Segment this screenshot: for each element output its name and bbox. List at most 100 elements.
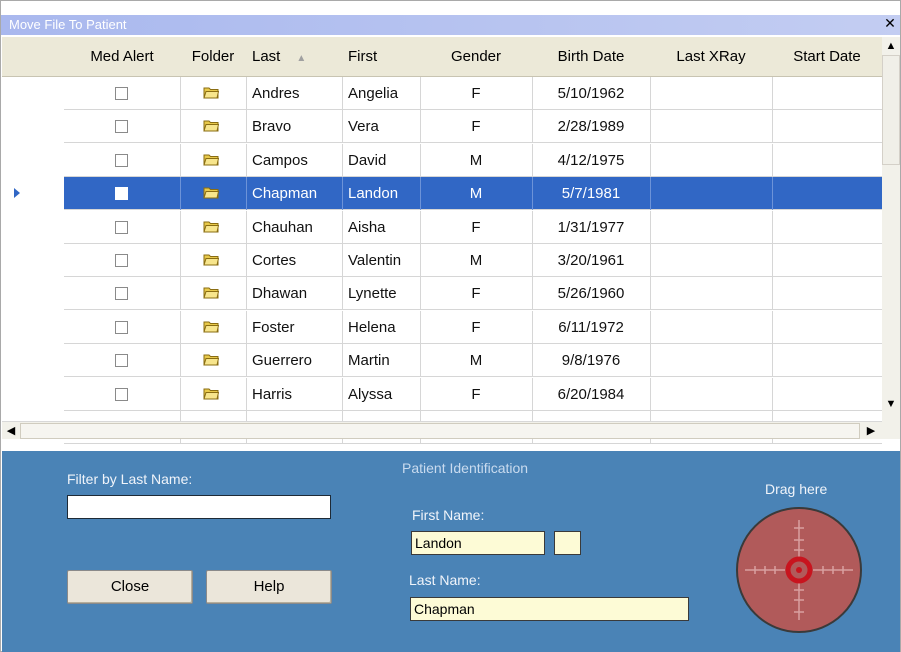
close-button[interactable]: Close [67,570,193,604]
cell-start-date [772,311,882,344]
folder-icon[interactable] [203,119,219,132]
cell-last-xray [650,211,772,244]
med-alert-checkbox[interactable] [115,153,128,167]
table-row[interactable]: Chauhan Aisha F 1/31/1977 [2,210,882,244]
cell-gender: M [469,151,483,169]
folder-icon[interactable] [203,387,219,400]
current-row-pointer-icon [14,188,20,199]
cell-divider [246,110,247,144]
scroll-right-icon[interactable]: ▶ [862,422,880,440]
med-alert-checkbox[interactable] [115,120,128,134]
cell-last-name: Chauhan [252,218,313,236]
column-header-last[interactable]: Last ▲ [246,37,342,77]
folder-icon[interactable] [203,153,219,166]
cell-first-name: Landon [348,185,399,203]
table-row[interactable]: Dhawan Lynette F 5/26/1960 [2,277,882,311]
column-header-last-xray[interactable]: Last XRay [650,37,772,77]
sort-ascending-icon: ▲ [296,53,307,64]
cell-divider [342,210,343,244]
med-alert-checkbox[interactable] [115,220,128,234]
cell-last-xray [650,344,772,377]
cell-first-name: Lynette [348,285,397,303]
column-header-first[interactable]: First [342,37,420,77]
last-name-field[interactable]: Chapman [410,597,689,621]
help-button[interactable]: Help [206,570,332,604]
scroll-up-icon[interactable]: ▲ [882,37,900,55]
cell-divider [246,177,247,211]
cell-divider [342,310,343,344]
close-window-icon[interactable]: ✕ [883,16,897,32]
cell-gender: F [471,218,481,236]
folder-icon[interactable] [203,186,219,199]
folder-icon[interactable] [203,253,219,266]
scroll-left-icon[interactable]: ◀ [2,422,20,440]
cell-birth-date: 5/10/1962 [557,85,625,102]
cell-last-name: Harris [252,385,292,403]
vertical-scrollbar[interactable]: ▲ ▼ [882,37,900,421]
cell-divider [342,377,343,411]
column-header-gender[interactable]: Gender [420,37,532,77]
row-indicator [2,344,64,378]
cell-birth-date: 3/20/1961 [557,252,625,269]
med-alert-checkbox[interactable] [115,254,128,267]
med-alert-checkbox[interactable] [115,87,128,100]
cell-last-xray [650,244,772,277]
cell-first-name: Angelia [348,85,399,102]
cell-first-name: Alyssa [348,385,393,403]
row-indicator [2,77,64,110]
cell-start-date [772,244,882,277]
table-row[interactable]: Campos David M 4/12/1975 [2,143,882,177]
cell-divider [246,210,247,244]
row-indicator [2,143,64,177]
cell-last-name: Andres [252,85,300,102]
row-indicator [2,277,64,311]
cell-start-date [772,211,882,244]
scroll-down-icon[interactable]: ▼ [882,395,900,413]
folder-icon[interactable] [203,86,219,99]
cell-divider [342,77,343,110]
column-header-med-alert[interactable]: Med Alert [64,37,180,77]
cell-divider [180,344,181,378]
table-row[interactable]: Harris Alyssa F 6/20/1984 [2,377,882,411]
cell-first-name: Valentin [348,252,402,269]
med-alert-checkbox[interactable] [115,187,128,201]
cell-birth-date: 6/11/1972 [558,318,624,336]
table-row[interactable]: Cortes Valentin M 3/20/1961 [2,244,882,277]
cell-divider [180,277,181,311]
folder-icon[interactable] [203,220,219,233]
middle-initial-field[interactable] [554,531,581,555]
column-header-folder[interactable]: Folder [180,37,246,77]
drag-target-icon[interactable] [735,506,863,634]
cell-divider [342,344,343,378]
cell-start-date [772,77,882,110]
cell-start-date [772,277,882,310]
horizontal-scrollbar[interactable]: ◀ ▶ [2,421,882,439]
folder-icon[interactable] [203,320,219,333]
folder-icon[interactable] [203,286,219,299]
cell-start-date [772,110,882,143]
cell-divider [180,377,181,411]
table-row[interactable]: Bravo Vera F 2/28/1989 [2,110,882,144]
row-indicator [2,244,64,277]
filter-label: Filter by Last Name: [67,471,193,487]
table-row[interactable]: Andres Angelia F 5/10/1962 [2,77,882,110]
row-indicator [2,310,64,344]
med-alert-checkbox[interactable] [115,354,128,368]
table-row[interactable]: Guerrero Martin M 9/8/1976 [2,344,882,378]
cell-divider [246,77,247,110]
column-header-start-date[interactable]: Start Date [772,37,882,77]
cell-first-name: Helena [348,318,396,336]
row-indicator [2,377,64,411]
horizontal-scroll-thumb[interactable] [20,423,860,439]
med-alert-checkbox[interactable] [115,320,128,334]
vertical-scroll-thumb[interactable] [882,55,900,165]
folder-icon[interactable] [203,353,219,366]
table-row[interactable]: Chapman Landon M 5/7/1981 [2,177,882,211]
first-name-field[interactable]: Landon [411,531,545,555]
column-header-birth-date[interactable]: Birth Date [532,37,650,77]
filter-last-name-input[interactable] [67,495,331,519]
table-row[interactable]: Foster Helena F 6/11/1972 [2,310,882,344]
med-alert-checkbox[interactable] [115,387,128,401]
cell-last-xray [650,378,772,411]
med-alert-checkbox[interactable] [115,287,128,301]
